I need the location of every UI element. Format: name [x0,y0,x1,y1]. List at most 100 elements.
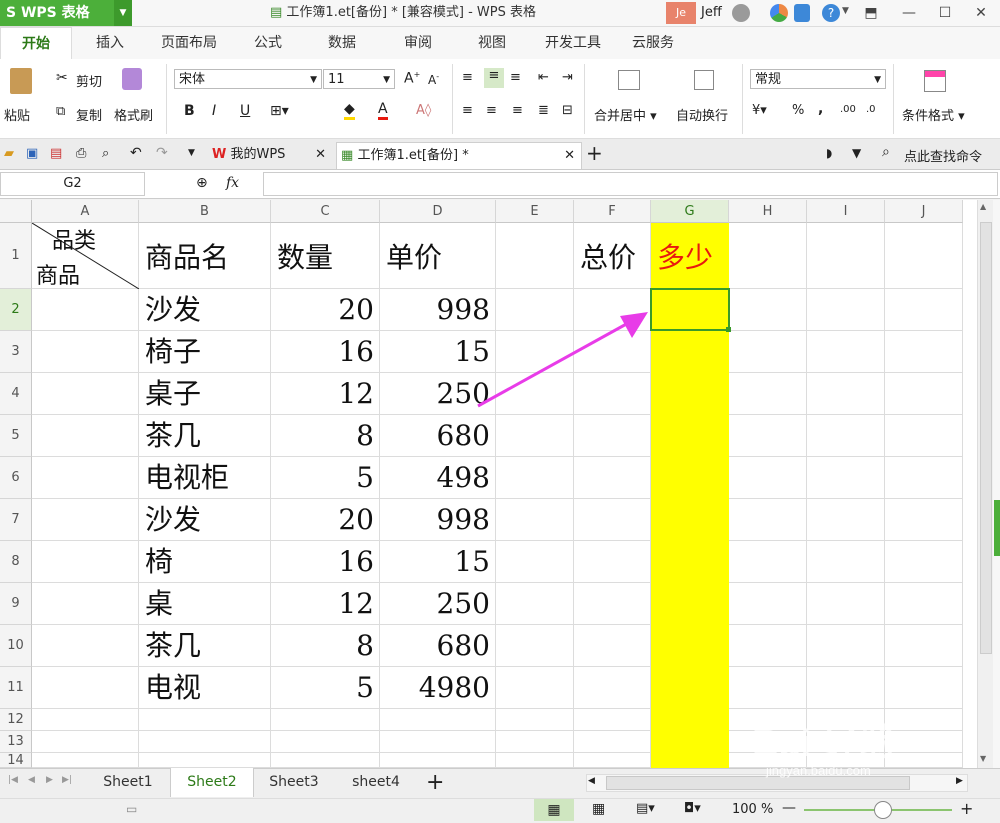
help-icon[interactable]: ? [822,4,840,22]
paste-button[interactable]: 粘贴 [4,105,30,124]
fill-handle[interactable] [726,327,731,332]
tab-insert[interactable]: 插入 [84,27,136,59]
avatar[interactable]: Je [666,2,696,24]
quantity-cell[interactable]: 12 [271,583,380,625]
save-icon[interactable]: ▣ [26,146,38,161]
column-header-h[interactable]: H [729,200,807,223]
grid-cell[interactable] [807,499,885,541]
grid-cell[interactable] [729,331,807,373]
product-name-cell[interactable]: 茶几 [139,415,271,457]
row-header-13[interactable]: 13 [0,731,32,753]
currency-icon[interactable]: ¥▾ [752,103,767,118]
merge-center-button[interactable]: 合并居中 ▾ [594,105,657,124]
number-format-select[interactable]: 常规 ▼ [750,69,886,89]
last-sheet-icon[interactable]: ▶| [62,775,72,785]
grid-cell[interactable] [807,289,885,331]
indent-icon[interactable]: ⇤ [538,70,549,85]
shirt-icon[interactable] [794,4,810,22]
grid-cell[interactable] [32,753,139,768]
app-menu-button[interactable]: S WPS 表格 ▼ [0,0,132,26]
increase-decimal-icon[interactable]: .00 [840,104,856,115]
grid-cell[interactable] [496,583,574,625]
quantity-cell[interactable]: 16 [271,541,380,583]
grid-cell[interactable] [729,289,807,331]
formula-input[interactable] [263,172,998,196]
active-cell-g2[interactable] [650,288,730,331]
percent-button[interactable]: % [792,103,804,118]
quantity-cell[interactable]: 20 [271,499,380,541]
column-header-e[interactable]: E [496,200,574,223]
next-sheet-icon[interactable]: ▶ [46,775,53,785]
restore-window-icon[interactable]: ⬒ [852,0,890,26]
hscroll-thumb[interactable] [606,776,910,790]
grid-cell[interactable] [32,331,139,373]
grid-cell[interactable] [885,415,963,457]
auto-wrap-button[interactable]: 自动换行 [676,105,728,124]
grid-cell[interactable] [807,415,885,457]
bold-button[interactable]: B [184,103,195,119]
tab-data[interactable]: 数据 [318,27,366,59]
grid-cell[interactable] [807,583,885,625]
merge-center-icon[interactable] [618,70,640,90]
align-right-icon[interactable]: ≡ [512,103,523,118]
grid-cell[interactable] [807,223,885,289]
close-button[interactable]: ✕ [962,0,1000,26]
grid-cell[interactable] [574,541,651,583]
column-header-a[interactable]: A [32,200,139,223]
grid-cell[interactable] [32,415,139,457]
select-all-corner[interactable] [0,200,32,223]
new-tab-icon[interactable]: + [586,141,603,165]
unit-price-cell[interactable]: 4980 [380,667,496,709]
close-icon[interactable]: ✕ [315,142,326,168]
print-icon[interactable]: ⎙ [76,146,86,161]
row-header-3[interactable]: 3 [0,331,32,373]
grid-cell[interactable] [380,753,496,768]
quantity-cell[interactable]: 8 [271,625,380,667]
product-name-cell[interactable]: 桌子 [139,373,271,415]
column-header-j[interactable]: J [885,200,963,223]
chevron-down-icon[interactable]: ▼ [842,6,849,16]
sheet-tab-sheet2[interactable]: Sheet2 [170,768,254,797]
grid-cell[interactable] [139,731,271,753]
grid-cell[interactable] [729,667,807,709]
grid-cell[interactable] [885,331,963,373]
grid-cell[interactable] [32,457,139,499]
grid-cell[interactable] [807,331,885,373]
format-painter-icon[interactable] [122,68,142,90]
copy-button[interactable]: 复制 [76,105,102,124]
grid-cell[interactable] [139,709,271,731]
zoom-icon[interactable]: ⊕ [196,175,208,191]
tab-formulas[interactable]: 公式 [244,27,292,59]
first-sheet-icon[interactable]: |◀ [8,775,18,785]
grid-cell[interactable] [729,625,807,667]
page-break-view-icon[interactable]: ▤▾ [636,801,655,816]
unit-price-cell[interactable]: 998 [380,499,496,541]
grid-cell[interactable] [807,373,885,415]
scroll-up-icon[interactable]: ▲ [980,202,986,211]
grid-cell[interactable] [271,731,380,753]
function-icon[interactable]: fx [226,175,239,191]
grid-cell[interactable] [496,499,574,541]
grid-cell[interactable] [574,499,651,541]
quantity-cell[interactable]: 16 [271,331,380,373]
unit-price-cell[interactable]: 680 [380,415,496,457]
grid-cell[interactable] [496,415,574,457]
add-sheet-icon[interactable]: + [426,768,444,797]
maximize-button[interactable]: ☐ [926,0,964,26]
zoom-level[interactable]: 100 % [732,802,773,817]
product-name-cell[interactable]: 茶几 [139,625,271,667]
grid-cell[interactable] [271,753,380,768]
close-icon[interactable]: ✕ [564,143,575,169]
grid-cell[interactable] [32,625,139,667]
tab-review[interactable]: 审阅 [394,27,442,59]
row-header-7[interactable]: 7 [0,499,32,541]
grid-cell[interactable] [885,373,963,415]
prev-sheet-icon[interactable]: ◀ [28,775,35,785]
row-header-4[interactable]: 4 [0,373,32,415]
quantity-cell[interactable]: 5 [271,457,380,499]
scroll-thumb[interactable] [980,222,992,654]
scroll-left-icon[interactable]: ◀ [588,776,595,786]
grid-cell[interactable] [32,731,139,753]
grid-cell[interactable] [32,709,139,731]
grid-cell[interactable] [574,457,651,499]
